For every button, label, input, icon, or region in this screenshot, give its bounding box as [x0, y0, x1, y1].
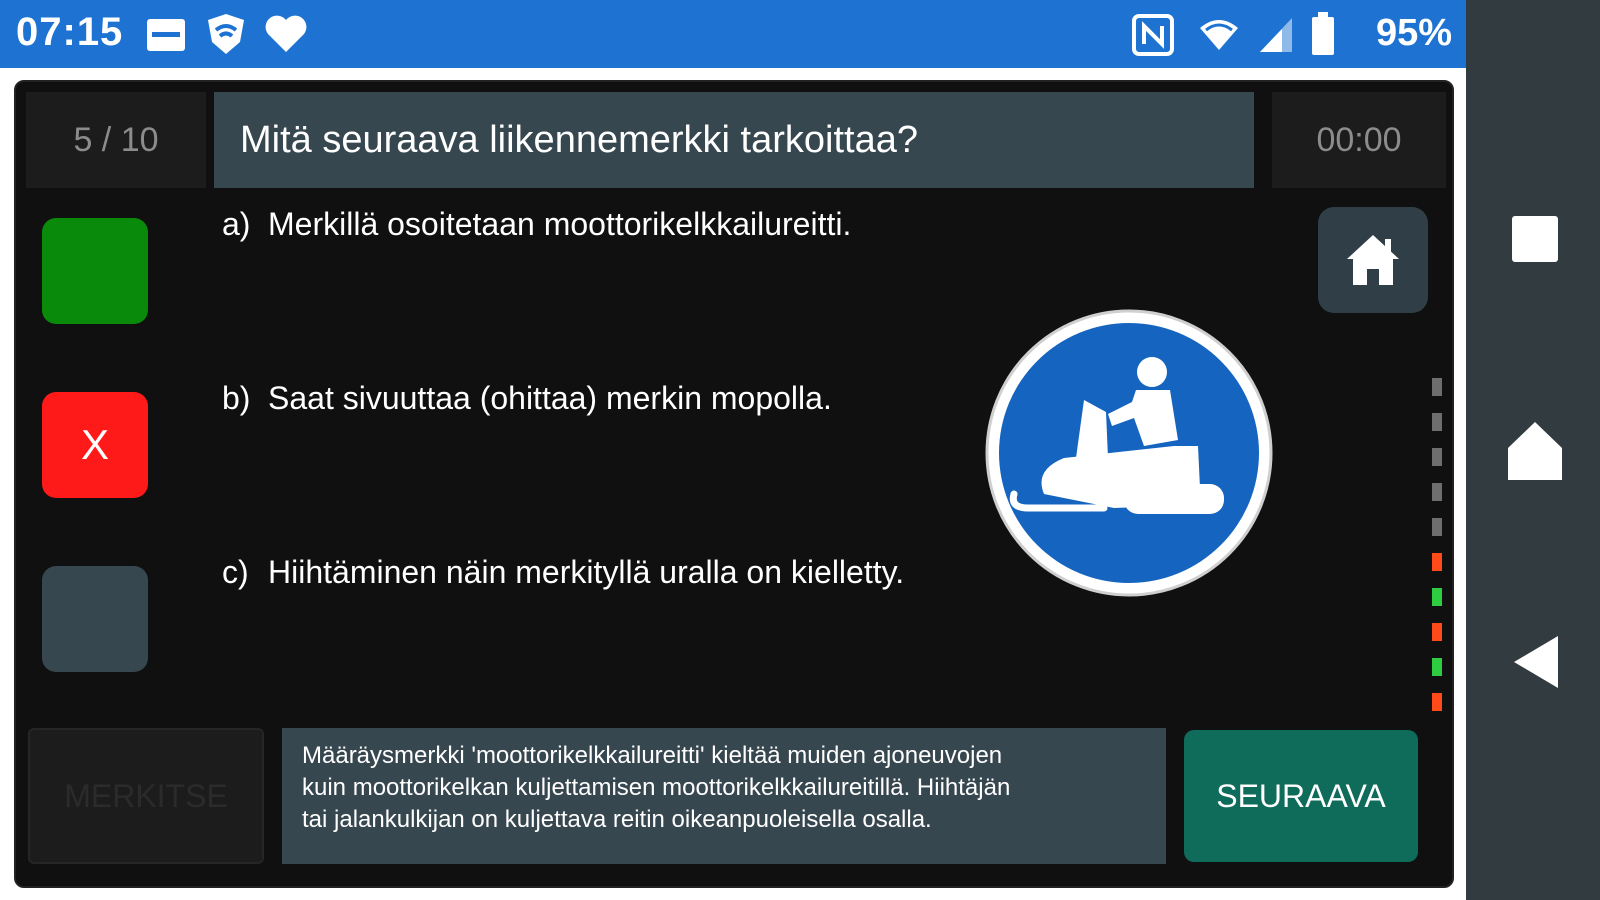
home-icon[interactable] — [1506, 420, 1564, 482]
quiz-timer: 00:00 — [1272, 92, 1446, 188]
answer-a-indicator[interactable] — [42, 218, 148, 324]
progress-dot — [1432, 588, 1442, 606]
answer-b-text: Saat sivuuttaa (ohittaa) merkin mopolla. — [268, 380, 832, 416]
heart-icon — [265, 15, 307, 52]
system-nav-bar — [1466, 0, 1600, 900]
progress-dot — [1432, 658, 1442, 676]
answer-c-indicator[interactable] — [42, 566, 148, 672]
answer-c-letter: c) — [222, 554, 249, 590]
progress-dot — [1432, 448, 1442, 466]
question-counter: 5 / 10 — [26, 92, 206, 188]
next-button[interactable]: SEURAAVA — [1184, 730, 1418, 862]
home-button[interactable] — [1318, 207, 1428, 313]
answer-explanation: Määräysmerkki 'moottorikelkkailureitti' … — [282, 728, 1166, 864]
progress-dot — [1432, 378, 1442, 396]
answer-c-text: Hiihtäminen näin merkityllä uralla on ki… — [268, 554, 905, 590]
explanation-line: tai jalankulkijan on kuljettava reitin o… — [302, 806, 932, 833]
wifi-icon — [1200, 20, 1238, 50]
progress-dot — [1432, 518, 1442, 536]
recents-icon[interactable] — [1510, 214, 1560, 264]
battery-icon — [1312, 12, 1334, 55]
status-time: 07:15 — [16, 10, 124, 54]
progress-dot — [1432, 553, 1442, 571]
snowmobile-sign-icon — [985, 309, 1273, 597]
battery-percentage: 95% — [1376, 12, 1453, 54]
status-bar: 07:15 95% — [0, 0, 1466, 68]
answer-b-option[interactable]: b) Saat sivuuttaa (ohittaa) merkin mopoll… — [222, 380, 832, 417]
progress-dot — [1432, 693, 1442, 711]
answer-b-indicator[interactable]: X — [42, 392, 148, 498]
answer-b-letter: b) — [222, 380, 251, 416]
explanation-line: Määräysmerkki 'moottorikelkkailureitti' … — [302, 742, 1003, 769]
progress-dot — [1432, 483, 1442, 501]
answer-a-text: Merkillä osoitetaan moottorikelkkailurei… — [268, 206, 852, 242]
nfc-icon — [1132, 14, 1174, 56]
explanation-line: kuin moottorikelkan kuljettamisen mootto… — [302, 774, 1011, 801]
mark-button[interactable]: MERKITSE — [28, 728, 264, 864]
notification-card-icon — [147, 19, 185, 51]
cellular-signal-icon — [1260, 18, 1292, 52]
progress-dot — [1432, 413, 1442, 431]
answer-c-option[interactable]: c) Hiihtäminen näin merkityllä uralla on … — [222, 554, 904, 591]
question-progress — [1432, 378, 1442, 728]
shield-wifi-icon — [208, 14, 244, 54]
home-icon — [1347, 235, 1399, 285]
answer-a-option[interactable]: a) Merkillä osoitetaan moottorikelkkailur… — [222, 206, 851, 243]
question-title: Mitä seuraava liikennemerkki tarkoittaa? — [214, 92, 1254, 188]
progress-dot — [1432, 623, 1442, 641]
quiz-panel: 5 / 10 Mitä seuraava liikennemerkki tark… — [14, 80, 1454, 888]
answer-a-letter: a) — [222, 206, 251, 242]
back-icon[interactable] — [1512, 634, 1560, 690]
